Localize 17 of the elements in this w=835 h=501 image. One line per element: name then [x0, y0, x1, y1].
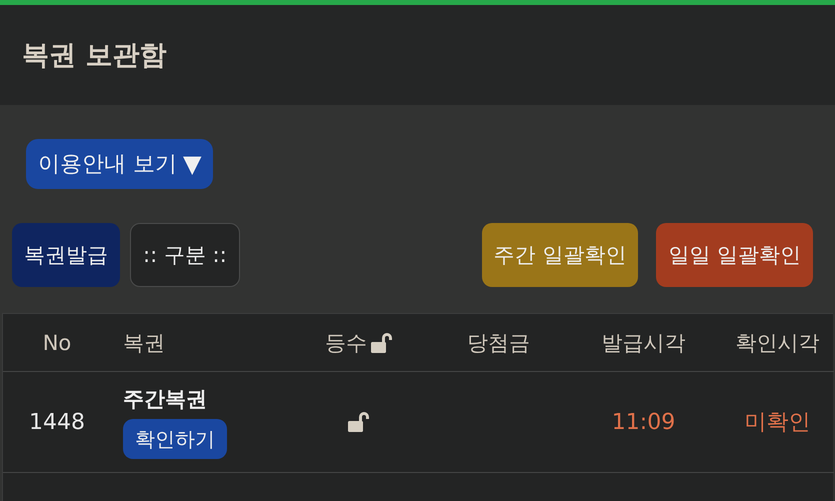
action-button[interactable]: 주간 일괄확인	[482, 223, 638, 287]
issue-time: 11:09	[612, 410, 676, 434]
column-header: No	[42, 330, 72, 354]
column-header: 확인시각	[736, 330, 820, 356]
ticket-number: 1448	[29, 410, 85, 434]
column-header: 복권	[123, 330, 165, 356]
check-status: 미확인	[744, 409, 810, 437]
ticket-name: 주간복권	[123, 386, 207, 413]
check-button[interactable]: 확인하기	[123, 419, 227, 459]
action-button[interactable]: 일일 일괄확인	[656, 223, 813, 287]
action-button[interactable]: 복권발급	[12, 223, 120, 287]
category-dropdown[interactable]: :: 구분 ::	[130, 223, 240, 287]
column-header: 등수	[325, 330, 367, 356]
guide-button[interactable]: 이용안내 보기 ▼	[26, 139, 214, 189]
column-header: 당첨금	[467, 330, 530, 356]
column-header: 발급시각	[602, 330, 686, 356]
page-title: 복권 보관함	[22, 39, 166, 73]
